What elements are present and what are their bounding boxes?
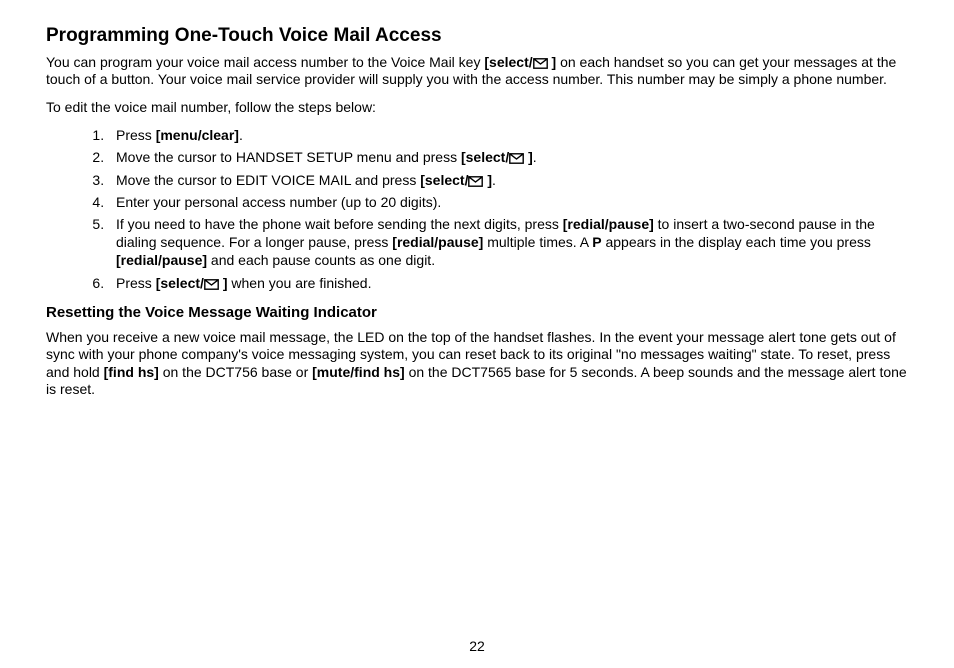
select-close: ] xyxy=(548,54,557,70)
intro-paragraph: You can program your voice mail access n… xyxy=(46,54,908,89)
step-text: Press xyxy=(116,275,156,291)
list-item: If you need to have the phone wait befor… xyxy=(108,215,908,270)
mute-find-hs-label: [mute/find hs] xyxy=(312,364,405,380)
step-text: . xyxy=(533,149,537,165)
menu-clear-label: [menu/clear] xyxy=(156,127,239,143)
list-item: Press [select/ ] when you are finished. xyxy=(108,274,908,292)
steps-list: Press [menu/clear]. Move the cursor to H… xyxy=(46,126,908,292)
envelope-icon xyxy=(533,58,548,69)
step-text: appears in the display each time you pre… xyxy=(602,234,871,250)
list-item: Move the cursor to HANDSET SETUP menu an… xyxy=(108,148,908,166)
step-text: If you need to have the phone wait befor… xyxy=(116,216,563,232)
step-text: and each pause counts as one digit. xyxy=(207,252,435,268)
redial-pause-label: [redial/pause] xyxy=(563,216,654,232)
select-open: [select/ xyxy=(420,172,468,188)
list-item: Move the cursor to EDIT VOICE MAIL and p… xyxy=(108,171,908,189)
step-text: Press xyxy=(116,127,156,143)
p-indicator: P xyxy=(592,234,601,250)
select-open: [select/ xyxy=(484,54,532,70)
page-number: 22 xyxy=(0,638,954,654)
step-text: when you are finished. xyxy=(228,275,372,291)
step-text: multiple times. A xyxy=(483,234,592,250)
select-close: ] xyxy=(483,172,492,188)
find-hs-label: [find hs] xyxy=(104,364,159,380)
select-key-label: [select/ ] xyxy=(484,54,556,70)
select-key-label: [select/ ] xyxy=(420,172,492,188)
list-item: Enter your personal access number (up to… xyxy=(108,193,908,211)
step-text: . xyxy=(239,127,243,143)
select-key-label: [select/ ] xyxy=(461,149,533,165)
edit-intro: To edit the voice mail number, follow th… xyxy=(46,99,908,117)
step-text: Move the cursor to EDIT VOICE MAIL and p… xyxy=(116,172,420,188)
envelope-icon xyxy=(204,279,219,290)
section-subhead: Resetting the Voice Message Waiting Indi… xyxy=(46,304,908,323)
envelope-icon xyxy=(509,153,524,164)
redial-pause-label: [redial/pause] xyxy=(116,252,207,268)
envelope-icon xyxy=(468,176,483,187)
select-close: ] xyxy=(219,275,228,291)
reset-paragraph: When you receive a new voice mail messag… xyxy=(46,329,908,399)
step-text: . xyxy=(492,172,496,188)
select-open: [select/ xyxy=(156,275,204,291)
reset-text-2: on the DCT756 base or xyxy=(159,364,312,380)
select-open: [select/ xyxy=(461,149,509,165)
step-text: Move the cursor to HANDSET SETUP menu an… xyxy=(116,149,461,165)
intro-text-1: You can program your voice mail access n… xyxy=(46,54,484,70)
list-item: Press [menu/clear]. xyxy=(108,126,908,144)
page-title: Programming One-Touch Voice Mail Access xyxy=(46,24,908,48)
redial-pause-label: [redial/pause] xyxy=(392,234,483,250)
select-key-label: [select/ ] xyxy=(156,275,228,291)
step-text: Enter your personal access number (up to… xyxy=(116,194,441,210)
select-close: ] xyxy=(524,149,533,165)
document-page: Programming One-Touch Voice Mail Access … xyxy=(0,0,954,668)
